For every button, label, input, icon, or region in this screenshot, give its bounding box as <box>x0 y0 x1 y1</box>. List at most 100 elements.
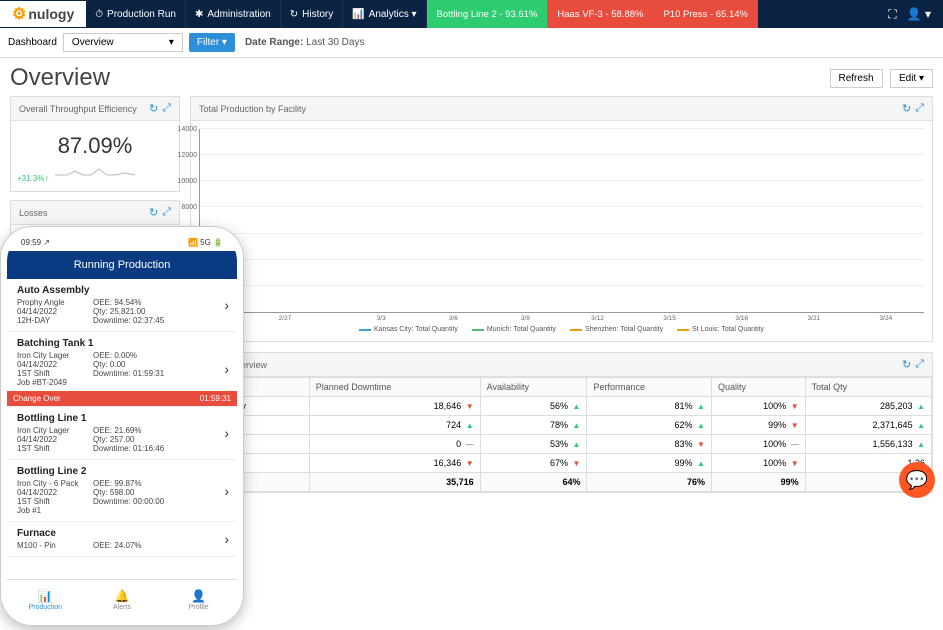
refresh-icon[interactable]: ↻ <box>149 102 158 115</box>
phone-list-item[interactable]: Bottling Line 1Iron City LagerOEE: 21.69… <box>7 407 237 460</box>
status-tile[interactable]: Bottling Line 2 - 93.61% <box>427 0 548 28</box>
nav-analytics-[interactable]: 📊Analytics ▾ <box>343 0 426 28</box>
legend-item[interactable]: Munich: Total Quantity <box>472 326 556 333</box>
chevron-down-icon: ▾ <box>169 37 174 48</box>
table-total-row: 35,71664%76%99%5,57 <box>192 473 932 492</box>
dashboard-select[interactable]: Overview ▾ <box>63 33 183 52</box>
x-tick: 3/21 <box>802 315 826 322</box>
filter-button[interactable]: Filter ▾ <box>189 33 235 52</box>
x-tick <box>898 315 922 322</box>
nav-icon: ↻ <box>290 9 298 20</box>
chat-fab[interactable]: 💬 <box>899 462 935 498</box>
expand-icon[interactable]: ⤢ <box>162 206 171 219</box>
phone-list-item[interactable]: FurnaceM100 - PinOEE: 24.07%› <box>7 522 237 557</box>
y-tick: 14000 <box>172 126 197 133</box>
refresh-button[interactable]: Refresh <box>830 69 883 88</box>
phone-list-item[interactable]: Bottling Line 2Iron City - 6 PackOEE: 99… <box>7 460 237 522</box>
table-header[interactable]: Performance <box>587 378 712 397</box>
nav-icon: ⏱ <box>95 9 103 20</box>
x-tick <box>826 315 850 322</box>
nav-administration[interactable]: ✱Administration <box>186 0 281 28</box>
arrow-down-icon: ▼ <box>697 440 705 449</box>
x-tick <box>634 315 658 322</box>
x-tick <box>706 315 730 322</box>
tab-icon: 🔔 <box>115 589 130 603</box>
y-tick: 12000 <box>172 152 197 159</box>
x-tick <box>561 315 585 322</box>
x-tick <box>345 315 369 322</box>
phone-item-title: Bottling Line 2 <box>17 466 227 477</box>
phone-tab-alerts[interactable]: 🔔Alerts <box>84 580 161 619</box>
edit-button[interactable]: Edit ▾ <box>890 69 933 88</box>
x-tick <box>850 315 874 322</box>
dashboard-value: Overview <box>72 37 114 48</box>
arrow-flat-icon: — <box>791 440 799 449</box>
nav-history[interactable]: ↻History <box>281 0 344 28</box>
arrow-flat-icon: — <box>466 440 474 449</box>
refresh-icon[interactable]: ↻ <box>902 102 911 115</box>
x-tick: 3/3 <box>369 315 393 322</box>
status-tile[interactable]: P10 Press - 65.14% <box>653 0 758 28</box>
phone-item-title: Batching Tank 1 <box>17 338 227 349</box>
status-tile[interactable]: Haas VF-3 - 58.88% <box>547 0 653 28</box>
phone-signal: 📶 5G 🔋 <box>188 238 223 247</box>
x-tick <box>465 315 489 322</box>
arrow-up-icon: ▲ <box>917 440 925 449</box>
x-tick <box>682 315 706 322</box>
arrow-up-icon: ▲ <box>466 421 474 430</box>
y-tick: 10000 <box>172 178 197 185</box>
x-tick <box>297 315 321 322</box>
chevron-right-icon: › <box>224 297 229 313</box>
expand-icon[interactable]: ⤢ <box>915 102 924 115</box>
user-menu-icon[interactable]: 👤 ▾ <box>907 7 931 22</box>
table-header[interactable]: Quality <box>711 378 805 397</box>
tab-icon: 👤 <box>191 589 206 603</box>
arrow-up-icon: ▲ <box>697 402 705 411</box>
table-row[interactable]: Munich724 ▲78% ▲62% ▲99% ▼2,371,645 ▲ <box>192 416 932 435</box>
table-row[interactable]: St Louis16,346 ▼67% ▼99% ▲100% ▼1,36 <box>192 454 932 473</box>
arrow-up-icon: ▲ <box>573 421 581 430</box>
arrow-down-icon: ▼ <box>573 459 581 468</box>
arrow-up-icon: ▲ <box>917 421 925 430</box>
x-tick <box>321 315 345 322</box>
x-tick <box>393 315 417 322</box>
arrow-up-icon: ▲ <box>697 421 705 430</box>
x-tick: 3/15 <box>658 315 682 322</box>
phone-time: 09:59 ↗ <box>21 238 50 247</box>
sparkline <box>19 165 171 179</box>
kpi-title: Losses <box>19 208 48 218</box>
page-title: Overview <box>10 64 110 92</box>
phone-mockup: 09:59 ↗ 📶 5G 🔋 Running Production Auto A… <box>0 226 244 626</box>
table-row[interactable]: Kansas City18,646 ▼56% ▲81% ▲100% ▼285,2… <box>192 397 932 416</box>
phone-list-item[interactable]: Batching Tank 1Iron City LagerOEE: 0.00%… <box>7 332 237 407</box>
table-row[interactable]: Shenzhen0 —53% ▲83% ▼100% —1,556,133 ▲ <box>192 435 932 454</box>
fullscreen-icon[interactable]: ⛶ <box>888 7 896 22</box>
x-tick: 2/27 <box>273 315 297 322</box>
phone-tab-profile[interactable]: 👤Profile <box>160 580 237 619</box>
refresh-icon[interactable]: ↻ <box>149 206 158 219</box>
subbar: Dashboard Overview ▾ Filter ▾ Date Range… <box>0 28 943 58</box>
phone-header: Running Production <box>7 251 237 279</box>
legend-item[interactable]: Kansas City: Total Quantity <box>359 326 458 333</box>
expand-icon[interactable]: ⤢ <box>915 358 924 371</box>
phone-item-title: Furnace <box>17 528 227 539</box>
x-tick: 3/12 <box>585 315 609 322</box>
x-tick: 3/6 <box>441 315 465 322</box>
phone-alert[interactable]: Change Over01:59:31 <box>7 391 237 406</box>
table-header[interactable]: Planned Downtime <box>309 378 480 397</box>
expand-icon[interactable]: ⤢ <box>162 102 171 115</box>
chevron-right-icon: › <box>224 361 229 377</box>
phone-list-item[interactable]: Auto AssemblyProphy AngleOEE: 94.54%04/1… <box>7 279 237 332</box>
phone-tab-production[interactable]: 📊Production <box>7 580 84 619</box>
legend-item[interactable]: Shenzhen: Total Quantity <box>570 326 663 333</box>
legend-item[interactable]: St Louis: Total Quantity <box>677 326 764 333</box>
nav-production-run[interactable]: ⏱Production Run <box>86 0 186 28</box>
table-header[interactable]: Availability <box>480 378 587 397</box>
kpi-value: 87.09% <box>19 133 171 159</box>
x-tick <box>417 315 441 322</box>
refresh-icon[interactable]: ↻ <box>902 358 911 371</box>
logo[interactable]: ⚙ nulogy <box>0 1 86 27</box>
table-header[interactable]: Total Qty <box>805 378 931 397</box>
arrow-up-icon: ▲ <box>573 440 581 449</box>
arrow-down-icon: ▼ <box>791 402 799 411</box>
